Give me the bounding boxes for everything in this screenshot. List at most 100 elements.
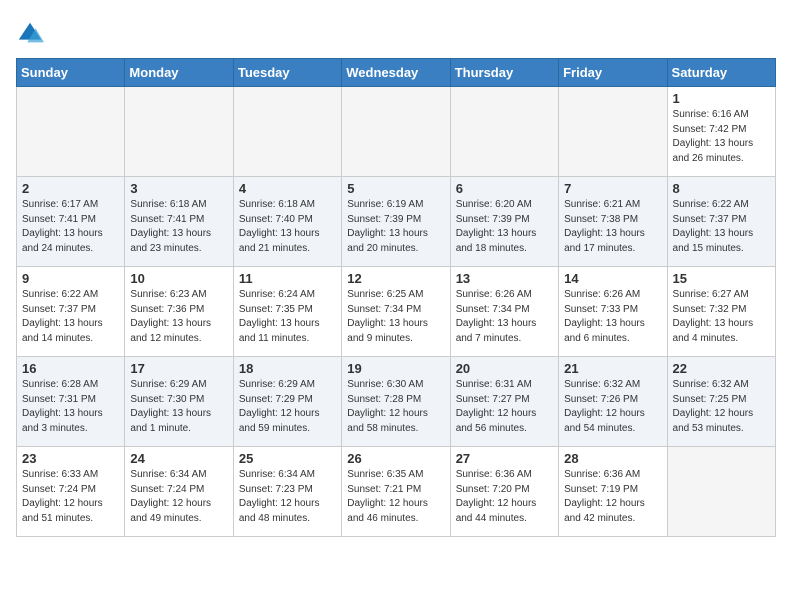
calendar-day-cell: 13 Sunrise: 6:26 AM Sunset: 7:34 PM Dayli… bbox=[450, 267, 558, 357]
calendar-day-cell: 12 Sunrise: 6:25 AM Sunset: 7:34 PM Dayli… bbox=[342, 267, 450, 357]
day-number: 13 bbox=[456, 271, 553, 286]
weekday-header-friday: Friday bbox=[559, 59, 667, 87]
day-number: 19 bbox=[347, 361, 444, 376]
calendar-table: SundayMondayTuesdayWednesdayThursdayFrid… bbox=[16, 58, 776, 537]
day-info: Sunrise: 6:26 AM Sunset: 7:33 PM Dayligh… bbox=[564, 288, 661, 346]
day-info: Sunrise: 6:18 AM Sunset: 7:41 PM Dayligh… bbox=[130, 198, 227, 256]
calendar-day-cell: 23 Sunrise: 6:33 AM Sunset: 7:24 PM Dayli… bbox=[17, 447, 125, 537]
calendar-day-cell: 25 Sunrise: 6:34 AM Sunset: 7:23 PM Dayli… bbox=[233, 447, 341, 537]
calendar-week-row: 1 Sunrise: 6:16 AM Sunset: 7:42 PM Daylig… bbox=[17, 87, 776, 177]
day-info: Sunrise: 6:23 AM Sunset: 7:36 PM Dayligh… bbox=[130, 288, 227, 346]
day-info: Sunrise: 6:28 AM Sunset: 7:31 PM Dayligh… bbox=[22, 378, 119, 436]
day-number: 16 bbox=[22, 361, 119, 376]
day-number: 5 bbox=[347, 181, 444, 196]
day-number: 18 bbox=[239, 361, 336, 376]
day-info: Sunrise: 6:33 AM Sunset: 7:24 PM Dayligh… bbox=[22, 468, 119, 526]
calendar-day-cell: 5 Sunrise: 6:19 AM Sunset: 7:39 PM Daylig… bbox=[342, 177, 450, 267]
logo-icon bbox=[16, 20, 44, 48]
day-info: Sunrise: 6:32 AM Sunset: 7:25 PM Dayligh… bbox=[673, 378, 770, 436]
day-number: 8 bbox=[673, 181, 770, 196]
calendar-day-cell: 14 Sunrise: 6:26 AM Sunset: 7:33 PM Dayli… bbox=[559, 267, 667, 357]
day-number: 23 bbox=[22, 451, 119, 466]
calendar-day-cell: 26 Sunrise: 6:35 AM Sunset: 7:21 PM Dayli… bbox=[342, 447, 450, 537]
day-number: 20 bbox=[456, 361, 553, 376]
calendar-day-cell: 9 Sunrise: 6:22 AM Sunset: 7:37 PM Daylig… bbox=[17, 267, 125, 357]
calendar-day-cell bbox=[667, 447, 775, 537]
calendar-week-row: 16 Sunrise: 6:28 AM Sunset: 7:31 PM Dayli… bbox=[17, 357, 776, 447]
calendar-day-cell: 28 Sunrise: 6:36 AM Sunset: 7:19 PM Dayli… bbox=[559, 447, 667, 537]
calendar-day-cell: 15Sunrise: 6:27 AM Sunset: 7:32 PM Dayli… bbox=[667, 267, 775, 357]
day-number: 17 bbox=[130, 361, 227, 376]
calendar-week-row: 2 Sunrise: 6:17 AM Sunset: 7:41 PM Daylig… bbox=[17, 177, 776, 267]
day-info: Sunrise: 6:30 AM Sunset: 7:28 PM Dayligh… bbox=[347, 378, 444, 436]
day-info: Sunrise: 6:21 AM Sunset: 7:38 PM Dayligh… bbox=[564, 198, 661, 256]
day-info: Sunrise: 6:31 AM Sunset: 7:27 PM Dayligh… bbox=[456, 378, 553, 436]
calendar-day-cell bbox=[342, 87, 450, 177]
calendar-day-cell bbox=[17, 87, 125, 177]
calendar-day-cell: 17Sunrise: 6:29 AM Sunset: 7:30 PM Dayli… bbox=[125, 357, 233, 447]
day-info: Sunrise: 6:29 AM Sunset: 7:29 PM Dayligh… bbox=[239, 378, 336, 436]
day-number: 28 bbox=[564, 451, 661, 466]
weekday-header-row: SundayMondayTuesdayWednesdayThursdayFrid… bbox=[17, 59, 776, 87]
page-header bbox=[16, 16, 776, 48]
day-number: 3 bbox=[130, 181, 227, 196]
day-number: 24 bbox=[130, 451, 227, 466]
calendar-day-cell: 6Sunrise: 6:20 AM Sunset: 7:39 PM Daylig… bbox=[450, 177, 558, 267]
day-info: Sunrise: 6:25 AM Sunset: 7:34 PM Dayligh… bbox=[347, 288, 444, 346]
day-number: 10 bbox=[130, 271, 227, 286]
day-number: 11 bbox=[239, 271, 336, 286]
day-info: Sunrise: 6:34 AM Sunset: 7:24 PM Dayligh… bbox=[130, 468, 227, 526]
day-info: Sunrise: 6:34 AM Sunset: 7:23 PM Dayligh… bbox=[239, 468, 336, 526]
day-info: Sunrise: 6:35 AM Sunset: 7:21 PM Dayligh… bbox=[347, 468, 444, 526]
day-number: 1 bbox=[673, 91, 770, 106]
day-info: Sunrise: 6:36 AM Sunset: 7:19 PM Dayligh… bbox=[564, 468, 661, 526]
day-number: 27 bbox=[456, 451, 553, 466]
day-number: 25 bbox=[239, 451, 336, 466]
calendar-day-cell bbox=[125, 87, 233, 177]
calendar-week-row: 23 Sunrise: 6:33 AM Sunset: 7:24 PM Dayli… bbox=[17, 447, 776, 537]
calendar-day-cell: 24 Sunrise: 6:34 AM Sunset: 7:24 PM Dayli… bbox=[125, 447, 233, 537]
weekday-header-sunday: Sunday bbox=[17, 59, 125, 87]
day-number: 14 bbox=[564, 271, 661, 286]
day-info: Sunrise: 6:32 AM Sunset: 7:26 PM Dayligh… bbox=[564, 378, 661, 436]
calendar-day-cell: 11 Sunrise: 6:24 AM Sunset: 7:35 PM Dayli… bbox=[233, 267, 341, 357]
day-number: 12 bbox=[347, 271, 444, 286]
calendar-day-cell bbox=[233, 87, 341, 177]
day-number: 4 bbox=[239, 181, 336, 196]
day-number: 7 bbox=[564, 181, 661, 196]
calendar-day-cell: 7 Sunrise: 6:21 AM Sunset: 7:38 PM Daylig… bbox=[559, 177, 667, 267]
day-info: Sunrise: 6:18 AM Sunset: 7:40 PM Dayligh… bbox=[239, 198, 336, 256]
day-info: Sunrise: 6:22 AM Sunset: 7:37 PM Dayligh… bbox=[22, 288, 119, 346]
calendar-day-cell: 2 Sunrise: 6:17 AM Sunset: 7:41 PM Daylig… bbox=[17, 177, 125, 267]
weekday-header-saturday: Saturday bbox=[667, 59, 775, 87]
calendar-day-cell bbox=[559, 87, 667, 177]
weekday-header-tuesday: Tuesday bbox=[233, 59, 341, 87]
day-number: 2 bbox=[22, 181, 119, 196]
day-info: Sunrise: 6:16 AM Sunset: 7:42 PM Dayligh… bbox=[673, 108, 770, 166]
weekday-header-wednesday: Wednesday bbox=[342, 59, 450, 87]
calendar-day-cell: 19 Sunrise: 6:30 AM Sunset: 7:28 PM Dayli… bbox=[342, 357, 450, 447]
calendar-day-cell: 27 Sunrise: 6:36 AM Sunset: 7:20 PM Dayli… bbox=[450, 447, 558, 537]
calendar-day-cell: 10 Sunrise: 6:23 AM Sunset: 7:36 PM Dayli… bbox=[125, 267, 233, 357]
day-info: Sunrise: 6:36 AM Sunset: 7:20 PM Dayligh… bbox=[456, 468, 553, 526]
calendar-day-cell: 4 Sunrise: 6:18 AM Sunset: 7:40 PM Daylig… bbox=[233, 177, 341, 267]
day-info: Sunrise: 6:17 AM Sunset: 7:41 PM Dayligh… bbox=[22, 198, 119, 256]
day-info: Sunrise: 6:22 AM Sunset: 7:37 PM Dayligh… bbox=[673, 198, 770, 256]
calendar-day-cell: 8 Sunrise: 6:22 AM Sunset: 7:37 PM Daylig… bbox=[667, 177, 775, 267]
day-info: Sunrise: 6:27 AM Sunset: 7:32 PM Dayligh… bbox=[673, 288, 770, 346]
day-info: Sunrise: 6:19 AM Sunset: 7:39 PM Dayligh… bbox=[347, 198, 444, 256]
day-number: 21 bbox=[564, 361, 661, 376]
calendar-day-cell: 16 Sunrise: 6:28 AM Sunset: 7:31 PM Dayli… bbox=[17, 357, 125, 447]
day-number: 9 bbox=[22, 271, 119, 286]
weekday-header-thursday: Thursday bbox=[450, 59, 558, 87]
calendar-day-cell: 22 Sunrise: 6:32 AM Sunset: 7:25 PM Dayli… bbox=[667, 357, 775, 447]
calendar-day-cell: 1 Sunrise: 6:16 AM Sunset: 7:42 PM Daylig… bbox=[667, 87, 775, 177]
calendar-day-cell: 20 Sunrise: 6:31 AM Sunset: 7:27 PM Dayli… bbox=[450, 357, 558, 447]
day-info: Sunrise: 6:26 AM Sunset: 7:34 PM Dayligh… bbox=[456, 288, 553, 346]
day-number: 26 bbox=[347, 451, 444, 466]
day-info: Sunrise: 6:24 AM Sunset: 7:35 PM Dayligh… bbox=[239, 288, 336, 346]
calendar-day-cell: 21 Sunrise: 6:32 AM Sunset: 7:26 PM Dayli… bbox=[559, 357, 667, 447]
calendar-day-cell: 3 Sunrise: 6:18 AM Sunset: 7:41 PM Daylig… bbox=[125, 177, 233, 267]
logo bbox=[16, 20, 48, 48]
day-number: 22 bbox=[673, 361, 770, 376]
